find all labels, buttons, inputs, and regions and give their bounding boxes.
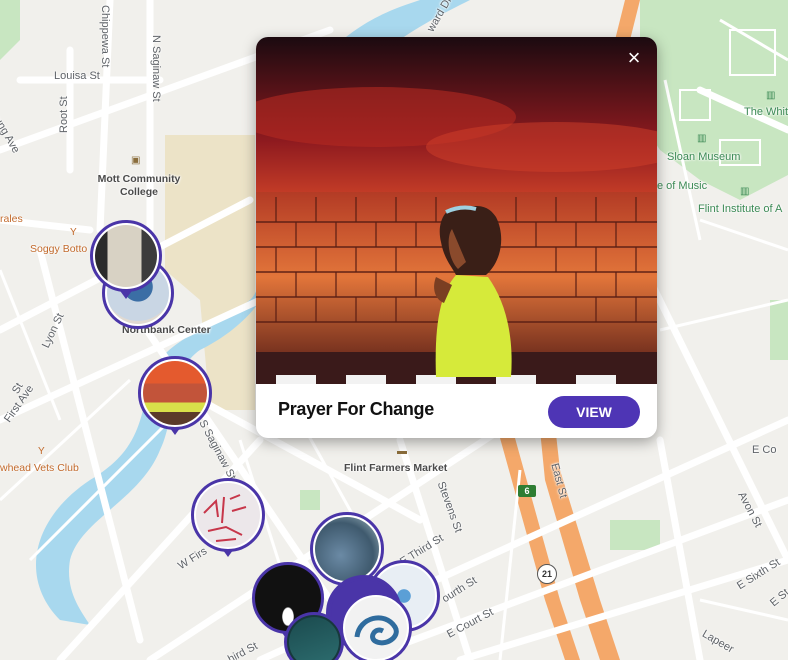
bar-icon: Y [70,227,77,238]
place-label-flint-farmers: Flint Farmers Market [344,462,448,474]
park-area [770,300,788,360]
place-label-ales: rales [0,213,23,225]
artwork-marker[interactable] [90,220,162,304]
popup-title: Prayer For Change [278,399,434,419]
artwork-thumbnail [95,225,157,287]
place-label-sloan: Sloan Museum [667,151,741,163]
college-icon: ▣ [131,155,141,166]
market-icon: ▬ [397,446,407,457]
landmark-icon: ▥ [766,90,776,101]
artwork-marker[interactable] [284,612,344,660]
street-label-e-co: E Co [752,444,777,456]
street-label-louisa: Louisa St [54,70,100,82]
museum-icon: ▥ [697,133,707,144]
artwork-popup: × Prayer For Change VIEW [256,37,657,438]
street-label-n-saginaw: N Saginaw St [150,35,162,102]
place-label-soggy: Soggy Botto [30,243,88,255]
artwork-photo: × [256,37,657,384]
highway-shield: 6 [518,485,536,497]
place-label-flint-institute: Flint Institute of A [698,203,783,215]
park-area [300,490,320,510]
artwork-marker[interactable] [191,478,265,562]
view-button[interactable]: VIEW [548,396,640,428]
place-label-the-whit: The Whit [744,106,788,118]
street-label-chippewa: Chippewa St [99,5,111,68]
artwork-marker[interactable] [138,356,212,438]
place-label-mott-college: Mott Community College [97,173,181,198]
artwork-marker[interactable] [340,592,412,660]
artwork-thumbnail [345,597,407,659]
artwork-thumbnail [143,361,207,425]
bar-icon: Y [38,446,45,457]
artwork-thumbnail [289,617,339,660]
close-icon[interactable]: × [623,47,645,69]
route-shield: 21 [537,564,557,584]
map-canvas[interactable]: Louisa St Chippewa St N Saginaw St Root … [0,0,788,660]
institute-icon: ▥ [740,186,750,197]
street-label-root: Root St [58,96,70,133]
park-area [610,520,660,550]
place-label-music: e of Music [657,180,708,192]
place-label-vets-club: whead Vets Club [0,462,79,474]
artwork-thumbnail [196,483,260,547]
